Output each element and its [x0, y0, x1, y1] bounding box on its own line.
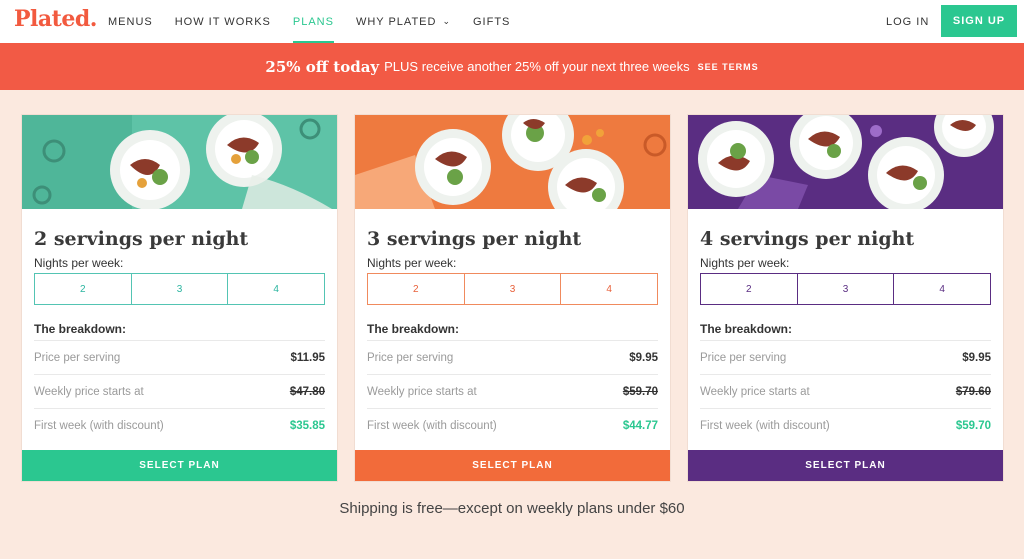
- nav-item-plans[interactable]: PLANS: [292, 0, 335, 43]
- plan-title: 2 servings per night: [34, 228, 249, 250]
- row-value: $79.60: [955, 385, 991, 398]
- first-week-row: First week (with discount) $59.70: [700, 408, 991, 442]
- row-label: Price per serving: [34, 351, 121, 364]
- select-plan-button[interactable]: SELECT PLAN: [355, 450, 670, 481]
- plan-image: [22, 115, 337, 209]
- chevron-down-icon: ⌄: [442, 16, 451, 26]
- nav-item-how-it-works[interactable]: HOW IT WORKS: [175, 0, 271, 43]
- breakdown-label: The breakdown:: [34, 322, 127, 336]
- login-link[interactable]: LOG IN: [886, 0, 929, 43]
- row-value: $35.85: [289, 419, 325, 432]
- plan-image: [355, 115, 670, 209]
- nights-option-4[interactable]: 4: [228, 273, 326, 305]
- nights-per-week-label: Nights per week:: [34, 256, 124, 270]
- row-value: $11.95: [290, 351, 325, 364]
- nights-option-2[interactable]: 2: [700, 273, 798, 305]
- shipping-note: Shipping is free—except on weekly plans …: [339, 500, 685, 517]
- nights-option-3[interactable]: 3: [464, 273, 562, 305]
- price-per-serving-row: Price per serving $9.95: [700, 340, 991, 374]
- row-value: $44.77: [622, 419, 658, 432]
- plan-image: [688, 115, 1003, 209]
- nights-option-2[interactable]: 2: [34, 273, 132, 305]
- nav-item-gifts[interactable]: GIFTS: [473, 0, 510, 43]
- nav-item-why-plated-label: WHY PLATED: [355, 15, 437, 28]
- signup-button[interactable]: SIGN UP: [941, 5, 1017, 37]
- row-value: $59.70: [622, 385, 658, 398]
- promo-text: PLUS receive another 25% off your next t…: [384, 59, 690, 74]
- plan-title: 3 servings per night: [367, 228, 582, 250]
- breakdown-label: The breakdown:: [367, 322, 460, 336]
- promo-headline: 25% off today: [265, 57, 380, 76]
- nights-selector: 2 3 4: [700, 273, 992, 305]
- nights-per-week-label: Nights per week:: [367, 256, 457, 270]
- row-label: Price per serving: [700, 351, 787, 364]
- promo-banner: 25% off today PLUS receive another 25% o…: [0, 43, 1024, 90]
- weekly-price-row: Weekly price starts at $79.60: [700, 374, 991, 408]
- first-week-row: First week (with discount) $44.77: [367, 408, 658, 442]
- nights-selector: 2 3 4: [34, 273, 326, 305]
- row-label: Weekly price starts at: [700, 385, 810, 398]
- row-value: $9.95: [629, 351, 658, 364]
- select-plan-button[interactable]: SELECT PLAN: [22, 450, 337, 481]
- plan-card-2-servings: 2 servings per night Nights per week: 2 …: [22, 115, 337, 481]
- row-value: $59.70: [955, 419, 991, 432]
- plated-logo[interactable]: Plated.: [14, 6, 97, 32]
- row-label: First week (with discount): [34, 419, 164, 432]
- price-per-serving-row: Price per serving $9.95: [367, 340, 658, 374]
- row-value: $9.95: [962, 351, 991, 364]
- price-per-serving-row: Price per serving $11.95: [34, 340, 325, 374]
- nights-option-4[interactable]: 4: [561, 273, 659, 305]
- plan-card-4-servings: 4 servings per night Nights per week: 2 …: [688, 115, 1003, 481]
- row-label: Weekly price starts at: [34, 385, 144, 398]
- breakdown-label: The breakdown:: [700, 322, 793, 336]
- main-nav: MENUS HOW IT WORKS PLANS WHY PLATED ⌄ GI…: [108, 0, 532, 43]
- weekly-price-row: Weekly price starts at $47.80: [34, 374, 325, 408]
- nights-option-3[interactable]: 3: [131, 273, 229, 305]
- row-label: First week (with discount): [700, 419, 830, 432]
- row-label: Weekly price starts at: [367, 385, 477, 398]
- nav-item-menus[interactable]: MENUS: [108, 0, 153, 43]
- nights-option-3[interactable]: 3: [797, 273, 895, 305]
- row-label: Price per serving: [367, 351, 454, 364]
- plan-card-3-servings: 3 servings per night Nights per week: 2 …: [355, 115, 670, 481]
- row-value: $47.80: [289, 385, 325, 398]
- weekly-price-row: Weekly price starts at $59.70: [367, 374, 658, 408]
- nav-item-why-plated[interactable]: WHY PLATED ⌄: [356, 0, 451, 43]
- nights-selector: 2 3 4: [367, 273, 659, 305]
- plan-title: 4 servings per night: [700, 228, 915, 250]
- select-plan-button[interactable]: SELECT PLAN: [688, 450, 1003, 481]
- first-week-row: First week (with discount) $35.85: [34, 408, 325, 442]
- see-terms-link[interactable]: SEE TERMS: [698, 62, 759, 72]
- nights-per-week-label: Nights per week:: [700, 256, 790, 270]
- row-label: First week (with discount): [367, 419, 497, 432]
- nights-option-2[interactable]: 2: [367, 273, 465, 305]
- nights-option-4[interactable]: 4: [894, 273, 992, 305]
- site-header: Plated. MENUS HOW IT WORKS PLANS WHY PLA…: [0, 0, 1024, 43]
